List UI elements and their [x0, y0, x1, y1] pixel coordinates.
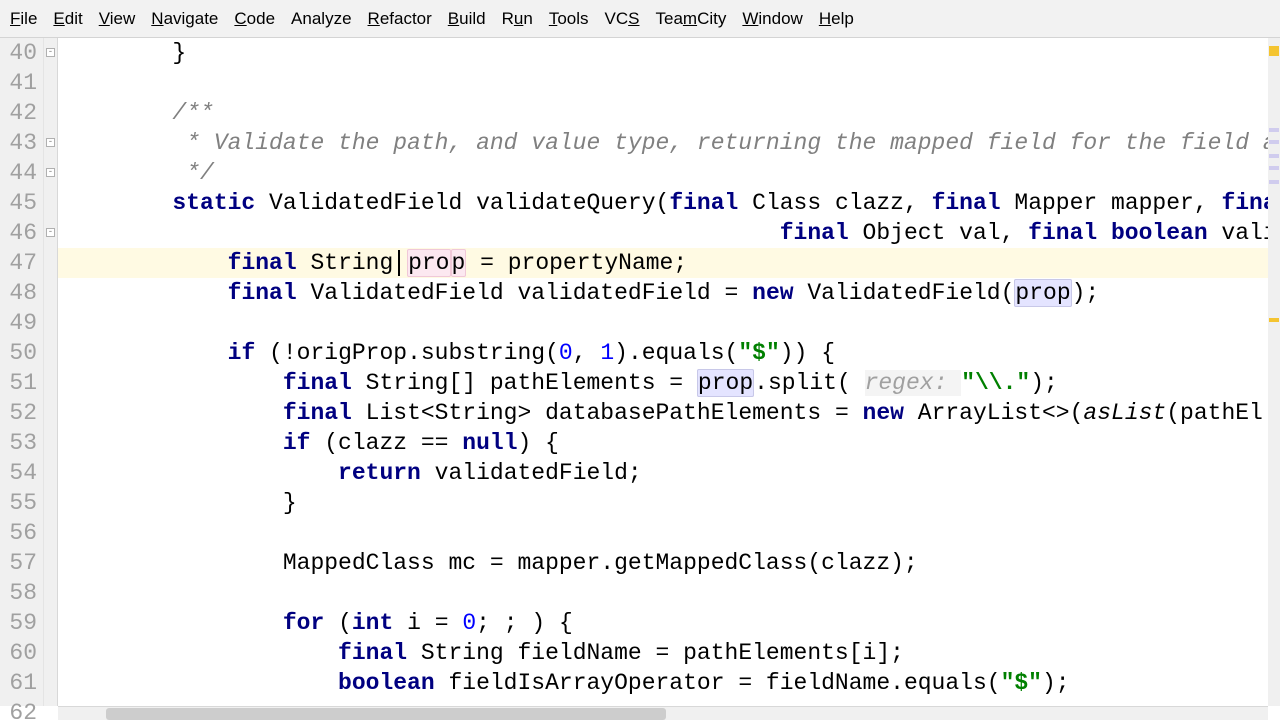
menu-tools[interactable]: Tools [541, 5, 597, 33]
stripe-marker[interactable] [1269, 318, 1279, 322]
menu-analyze[interactable]: Analyze [283, 5, 359, 33]
menu-window[interactable]: Window [734, 5, 810, 33]
code-line[interactable] [58, 698, 1280, 706]
text-caret [398, 250, 400, 276]
menu-build[interactable]: Build [440, 5, 494, 33]
code-line[interactable]: final List<String> databasePathElements … [58, 398, 1280, 428]
fold-gutter[interactable]: - - - - [44, 38, 58, 706]
stripe-marker[interactable] [1269, 140, 1279, 144]
horizontal-scrollbar[interactable] [58, 706, 1268, 720]
line-number: 59 [0, 608, 37, 638]
code-line[interactable] [58, 68, 1280, 98]
fold-toggle-icon[interactable]: - [46, 48, 55, 57]
code-line[interactable] [58, 518, 1280, 548]
code-line[interactable]: final Object val, final boolean validate… [58, 218, 1280, 248]
code-line[interactable]: } [58, 38, 1280, 68]
code-line[interactable]: for (int i = 0; ; ) { [58, 608, 1280, 638]
menu-vcs[interactable]: VCS [597, 5, 648, 33]
line-number: 41 [0, 68, 37, 98]
menu-view[interactable]: View [91, 5, 144, 33]
fold-toggle-icon[interactable]: - [46, 228, 55, 237]
code-line[interactable]: /** [58, 98, 1280, 128]
code-line[interactable]: if (!origProp.substring(0, 1).equals("$"… [58, 338, 1280, 368]
line-number: 56 [0, 518, 37, 548]
menu-bar: FileEditViewNavigateCodeAnalyzeRefactorB… [0, 0, 1280, 38]
menu-refactor[interactable]: Refactor [360, 5, 440, 33]
code-line[interactable]: final String fieldName = pathElements[i]… [58, 638, 1280, 668]
line-number: 53 [0, 428, 37, 458]
line-number: 58 [0, 578, 37, 608]
line-number: 42 [0, 98, 37, 128]
code-line[interactable]: final ValidatedField validatedField = ne… [58, 278, 1280, 308]
stripe-marker[interactable] [1269, 46, 1279, 56]
line-number: 40 [0, 38, 37, 68]
line-number: 57 [0, 548, 37, 578]
code-editor[interactable]: 4041424344454647484950515253545556575859… [0, 38, 1280, 706]
menu-teamcity[interactable]: TeamCity [647, 5, 734, 33]
error-stripe[interactable] [1268, 38, 1280, 706]
code-line[interactable] [58, 578, 1280, 608]
code-line[interactable]: return validatedField; [58, 458, 1280, 488]
code-line[interactable]: final String[] pathElements = prop.split… [58, 368, 1280, 398]
line-number: 43 [0, 128, 37, 158]
code-line[interactable]: } [58, 488, 1280, 518]
line-number: 52 [0, 398, 37, 428]
scrollbar-thumb[interactable] [106, 708, 666, 720]
line-number: 55 [0, 488, 37, 518]
code-line[interactable]: * Validate the path, and value type, ret… [58, 128, 1280, 158]
line-number: 51 [0, 368, 37, 398]
stripe-marker[interactable] [1269, 154, 1279, 158]
menu-navigate[interactable]: Navigate [143, 5, 226, 33]
line-number: 49 [0, 308, 37, 338]
menu-file[interactable]: File [2, 5, 45, 33]
fold-toggle-icon[interactable]: - [46, 168, 55, 177]
line-number-gutter: 4041424344454647484950515253545556575859… [0, 38, 44, 706]
line-number: 48 [0, 278, 37, 308]
code-line[interactable]: if (clazz == null) { [58, 428, 1280, 458]
code-line[interactable]: */ [58, 158, 1280, 188]
stripe-marker[interactable] [1269, 128, 1279, 132]
code-line[interactable] [58, 308, 1280, 338]
line-number: 46 [0, 218, 37, 248]
line-number: 62 [0, 698, 37, 728]
stripe-marker[interactable] [1269, 180, 1279, 184]
line-number: 54 [0, 458, 37, 488]
code-line[interactable]: MappedClass mc = mapper.getMappedClass(c… [58, 548, 1280, 578]
code-line[interactable]: boolean fieldIsArrayOperator = fieldName… [58, 668, 1280, 698]
fold-toggle-icon[interactable]: - [46, 138, 55, 147]
code-line[interactable]: final String prop = propertyName; [58, 248, 1280, 278]
line-number: 60 [0, 638, 37, 668]
code-area[interactable]: } /** * Validate the path, and value typ… [58, 38, 1280, 706]
menu-code[interactable]: Code [226, 5, 283, 33]
line-number: 45 [0, 188, 37, 218]
menu-run[interactable]: Run [494, 5, 541, 33]
line-number: 47 [0, 248, 37, 278]
menu-help[interactable]: Help [811, 5, 862, 33]
line-number: 50 [0, 338, 37, 368]
menu-edit[interactable]: Edit [45, 5, 90, 33]
line-number: 44 [0, 158, 37, 188]
code-line[interactable]: static ValidatedField validateQuery(fina… [58, 188, 1280, 218]
line-number: 61 [0, 668, 37, 698]
stripe-marker[interactable] [1269, 166, 1279, 170]
